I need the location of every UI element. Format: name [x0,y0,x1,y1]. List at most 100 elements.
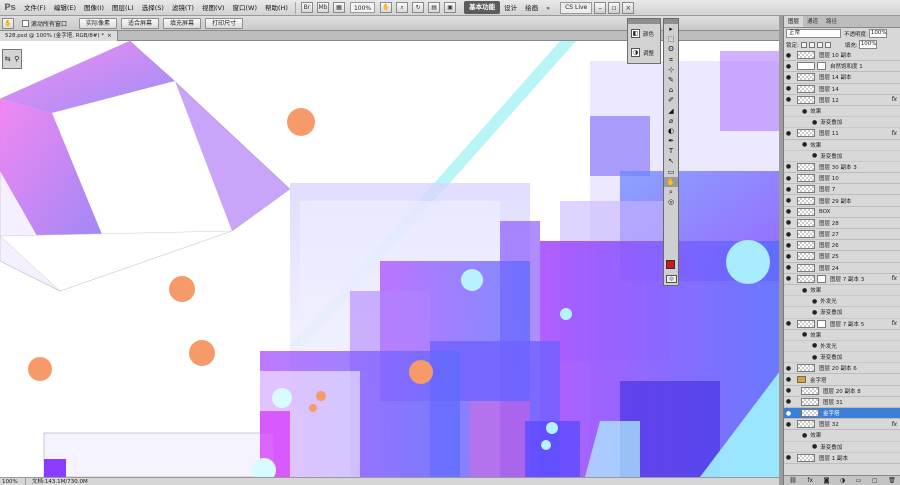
lock-all-icon[interactable] [824,41,831,48]
document-close-icon[interactable]: × [107,33,112,39]
eye-icon[interactable]: ● [784,365,793,372]
folder-icon[interactable]: ▭ [856,477,862,484]
stamp-tool-icon[interactable]: ⌂ [664,85,678,95]
brush-tool-icon[interactable]: ✐ [664,95,678,105]
blend-mode-select[interactable]: 正常 [786,29,841,38]
adjustment-icon[interactable]: ◑ [840,477,845,484]
hand-tool-icon[interactable]: ✋ [664,176,678,187]
new-layer-icon[interactable]: ▢ [872,477,878,484]
quick-mask-icon[interactable]: ◎ [666,275,677,283]
lock-position-icon[interactable] [816,41,823,48]
shape-tool-icon[interactable]: ▭ [664,167,678,177]
eye-icon[interactable]: ● [784,231,793,238]
effect-visibility-icon[interactable]: ● [812,298,817,305]
rotate-icon[interactable]: ↻ [412,2,425,13]
fx-icon[interactable]: fx [807,477,813,484]
lock-pixels-icon[interactable] [808,41,815,48]
zoom-icon[interactable]: ⌕ [396,2,409,13]
lasso-tool-icon[interactable]: ʘ [664,44,678,54]
layer-row[interactable]: ● 图层 32 fx [784,419,900,431]
color-panel-button[interactable]: ◧ 颜色 [628,24,660,43]
eye-icon[interactable]: ● [784,398,793,405]
menu-help[interactable]: 帮助(H) [261,0,292,16]
menu-select[interactable]: 选择(S) [138,0,168,16]
layer-row[interactable]: ● 图层 1 副本 [784,453,900,464]
layer-effect-item[interactable]: ● 渐变叠加 [784,151,900,162]
print-size-button[interactable]: 打印尺寸 [205,17,244,29]
screen-mode-icon[interactable]: ▣ [444,2,457,13]
tab-layers[interactable]: 图层 [784,16,804,27]
eye-icon[interactable]: ● [784,74,793,81]
zoom-level-select[interactable]: 100% [349,2,376,13]
workspace-design[interactable]: 设计 [500,0,521,16]
move-tool-icon[interactable]: ⇆ [5,55,11,63]
fill-screen-button[interactable]: 填充屏幕 [163,17,202,29]
close-icon[interactable]: × [622,1,635,14]
mask-icon[interactable]: ◙ [824,477,830,484]
3d-tool-icon[interactable]: ◎ [664,197,678,207]
eye-icon[interactable]: ● [784,253,793,260]
tab-channels[interactable]: 通道 [803,16,822,27]
layer-row[interactable]: ● 图层 28 [784,218,900,229]
layer-fx-badge[interactable]: fx [891,320,897,327]
layer-row[interactable]: ● 图层 20 副本 8 [784,386,900,397]
menu-file[interactable]: 文件(F) [20,0,50,16]
eye-icon[interactable]: ● [784,63,793,70]
effect-visibility-icon[interactable]: ● [802,331,807,338]
effect-visibility-icon[interactable]: ● [812,342,817,349]
layer-row[interactable]: ● 金字塔 [784,408,900,420]
layer-fx-badge[interactable]: fx [891,275,897,282]
eye-icon[interactable]: ● [784,264,793,271]
effect-visibility-icon[interactable]: ● [802,432,807,439]
layer-row[interactable]: ● 图层 7 副本 3 fx [784,274,900,285]
effect-visibility-icon[interactable]: ● [812,152,817,159]
opacity-field[interactable]: 100% [868,29,887,38]
type-tool-icon[interactable]: T [664,146,678,156]
eye-icon[interactable]: ● [784,197,793,204]
layer-row[interactable]: ● 图层 27 [784,229,900,241]
marquee-tool-icon[interactable]: ⬚ [664,34,678,44]
dodge-tool-icon[interactable]: ◐ [664,126,678,136]
path-select-tool-icon[interactable]: ↖ [664,156,678,166]
menu-view[interactable]: 视图(V) [198,0,229,16]
layer-row[interactable]: ● BOX [784,207,900,218]
foreground-color-swatch[interactable] [666,260,675,269]
layer-row[interactable]: ● 图层 29 副本 [784,195,900,207]
eyedropper-tool-icon[interactable]: ⊹ [664,65,678,75]
eye-icon[interactable]: ● [784,85,793,92]
scroll-all-checkbox[interactable] [22,19,29,27]
eraser-tool-icon[interactable]: ◢ [664,106,678,116]
layer-effects-row[interactable]: ● 效果 [784,140,900,151]
document-tab[interactable]: 528.psd @ 100% (金字塔, RGB/8#) * × [0,31,118,41]
workspace-more-icon[interactable]: » [542,0,554,16]
workspace-painting[interactable]: 绘画 [521,0,542,16]
layer-row[interactable]: ● 图层 26 [784,240,900,252]
layer-effects-row[interactable]: ● 效果 [784,430,900,442]
layer-row[interactable]: ● 图层 31 [784,397,900,408]
tool-preset-icon[interactable]: ✋ [2,17,14,29]
guides-icon[interactable]: ▦ [332,2,345,13]
layer-effect-item[interactable]: ● 外发光 [784,296,900,308]
layer-row[interactable]: ● 图层 30 副本 3 [784,162,900,174]
healing-tool-icon[interactable]: ✎ [664,75,678,85]
effect-visibility-icon[interactable]: ● [812,354,817,361]
gradient-tool-icon[interactable]: ⌀ [664,116,678,126]
layer-effect-item[interactable]: ● 渐变叠加 [784,442,900,453]
effect-visibility-icon[interactable]: ● [802,108,807,115]
character-icon[interactable]: ⚲ [14,55,19,63]
layer-effect-item[interactable]: ● 渐变叠加 [784,307,900,319]
actual-pixels-button[interactable]: 实际像素 [79,17,118,29]
layer-row[interactable]: ● 图层 24 [784,263,900,274]
menu-window[interactable]: 窗口(W) [228,0,261,16]
layer-fx-badge[interactable]: fx [891,96,897,103]
eye-icon[interactable]: ● [784,208,793,215]
eye-icon[interactable]: ● [784,410,793,417]
workspace-essentials-button[interactable]: 基本功能 [464,1,501,14]
eye-icon[interactable]: ● [784,175,793,182]
layer-row[interactable]: ● 图层 25 [784,251,900,263]
eye-icon[interactable]: ● [784,130,793,137]
layer-fx-badge[interactable]: fx [891,130,897,137]
eye-icon[interactable]: ● [784,275,793,282]
tab-paths[interactable]: 路径 [822,16,841,27]
effect-visibility-icon[interactable]: ● [812,119,817,126]
